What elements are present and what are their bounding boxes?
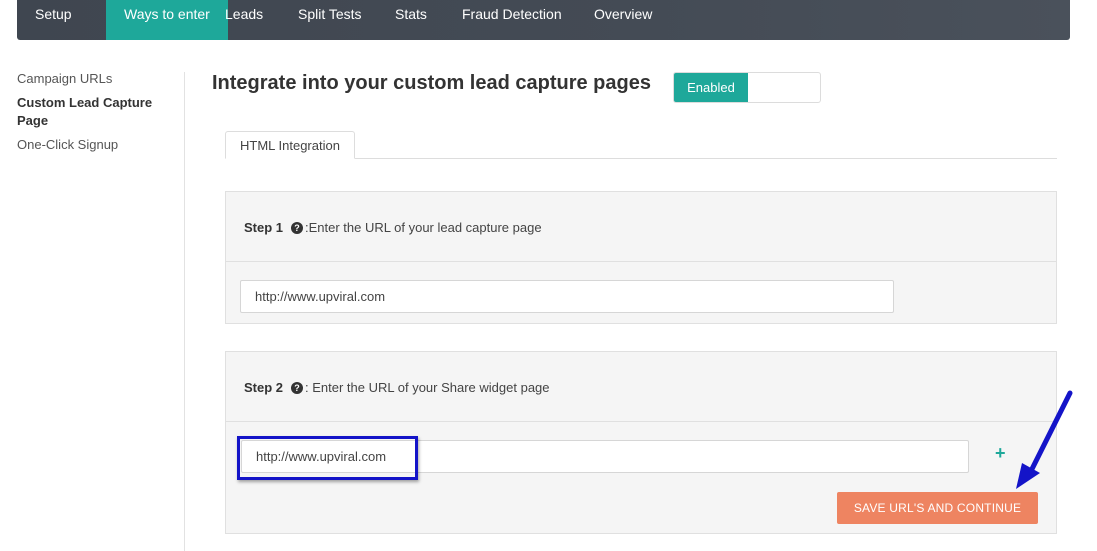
- sidebar-divider: [184, 72, 185, 551]
- save-urls-button[interactable]: SAVE URL'S AND CONTINUE: [837, 492, 1038, 524]
- step2-header: Step 2?: Enter the URL of your Share wid…: [226, 352, 1056, 422]
- sidebar-item-campaign-urls[interactable]: Campaign URLs: [17, 70, 167, 88]
- sidebar: Campaign URLs Custom Lead Capture Page O…: [17, 70, 167, 160]
- plus-icon[interactable]: +: [995, 443, 1006, 464]
- step1-text: :Enter the URL of your lead capture page: [305, 220, 542, 235]
- tab-stats[interactable]: Stats: [377, 0, 445, 40]
- top-navigation: Setup Ways to enter Leads Split Tests St…: [17, 0, 1070, 40]
- step2-text: : Enter the URL of your Share widget pag…: [305, 380, 550, 395]
- annotation-highlight-box: [237, 436, 418, 480]
- tab-fraud-detection[interactable]: Fraud Detection: [444, 0, 580, 40]
- toggle-enabled-label: Enabled: [674, 73, 748, 102]
- sidebar-item-custom-lead-capture-page[interactable]: Custom Lead Capture Page: [17, 94, 167, 130]
- tab-split-tests[interactable]: Split Tests: [280, 0, 380, 40]
- tab-html-integration[interactable]: HTML Integration: [225, 131, 355, 159]
- step2-label: Step 2: [244, 380, 284, 395]
- step1-header: Step 1?:Enter the URL of your lead captu…: [226, 192, 1056, 262]
- tab-setup[interactable]: Setup: [17, 0, 90, 40]
- enabled-toggle[interactable]: Enabled: [673, 72, 821, 103]
- annotation-arrow-icon: [1016, 390, 1073, 489]
- lead-capture-url-input[interactable]: http://www.upviral.com: [240, 280, 894, 313]
- question-circle-icon[interactable]: ?: [291, 381, 304, 394]
- tab-leads[interactable]: Leads: [207, 0, 281, 40]
- step1-label: Step 1: [244, 220, 284, 235]
- tab-overview[interactable]: Overview: [576, 0, 670, 40]
- page-title: Integrate into your custom lead capture …: [212, 72, 651, 94]
- question-circle-icon[interactable]: ?: [291, 221, 304, 234]
- sidebar-item-one-click-signup[interactable]: One-Click Signup: [17, 136, 167, 154]
